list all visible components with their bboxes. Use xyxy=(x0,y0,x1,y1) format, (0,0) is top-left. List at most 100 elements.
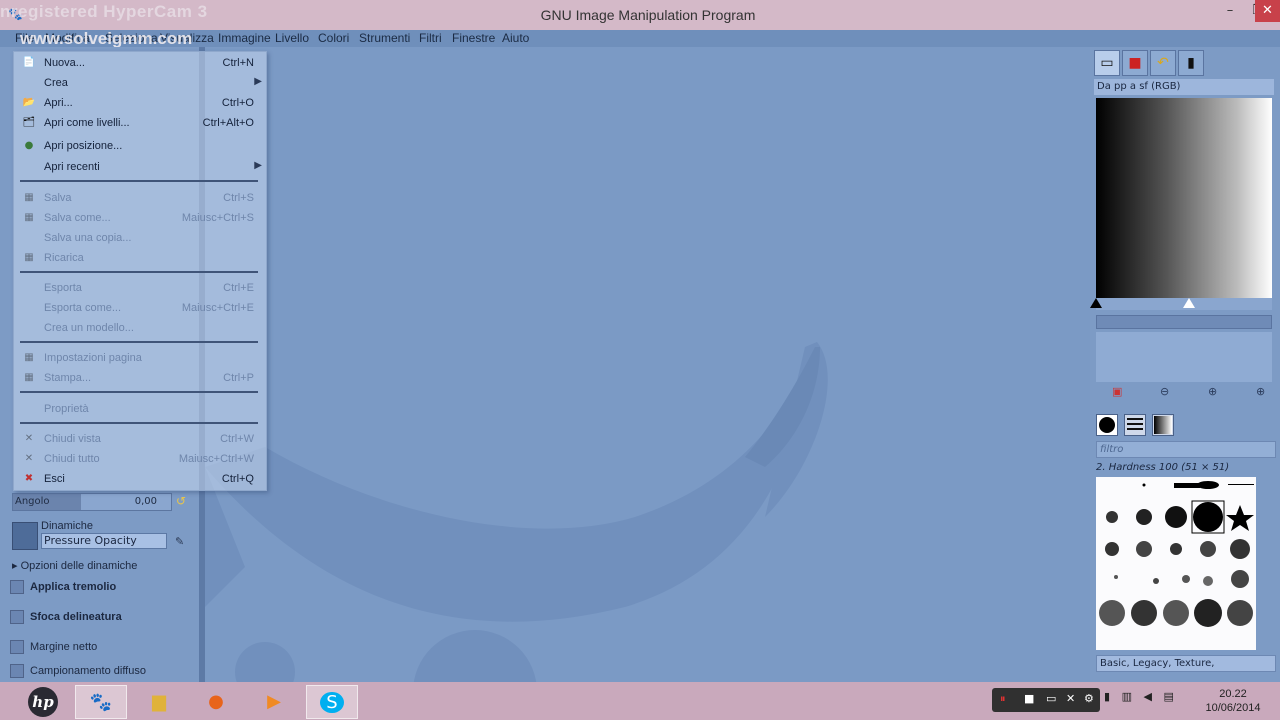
mute-icon[interactable]: ✕ xyxy=(1066,692,1075,705)
pause-record-icon[interactable]: ⏸ xyxy=(1000,692,1006,706)
screen-icon[interactable]: ▭ xyxy=(1046,692,1056,705)
menu-item-esci[interactable]: ✖ Esci Ctrl+Q xyxy=(14,470,266,488)
edit-icon[interactable]: ✎ xyxy=(175,535,184,548)
volume-icon[interactable]: ◀ xyxy=(1143,690,1151,703)
dock-tabs: ▭ ■ ↶ ▮ xyxy=(1094,50,1274,76)
zoom-out-icon[interactable]: ⊖ xyxy=(1160,385,1169,398)
close-button[interactable]: ✕ xyxy=(1255,0,1280,22)
gradient-scrollbar[interactable] xyxy=(1096,315,1272,329)
gradient-stops[interactable] xyxy=(1090,298,1272,310)
taskbar-firefox[interactable]: ● xyxy=(190,685,242,719)
taskbar-skype[interactable]: S xyxy=(306,685,358,719)
layers-icon: ▭ xyxy=(1100,55,1114,71)
gradient-name: Da pp a sf (RGB) xyxy=(1094,79,1274,95)
zoom-fit-icon[interactable]: ⊕ xyxy=(1256,385,1265,398)
clock-date: 10/06/2014 xyxy=(1205,702,1261,714)
menu-livello[interactable]: Livello xyxy=(275,31,309,45)
menu-item-apri-come-livelli[interactable]: 🗂 Apri come livelli... Ctrl+Alt+O xyxy=(14,114,266,132)
delete-icon[interactable]: ▣ xyxy=(1112,385,1122,398)
angle-slider[interactable]: Angolo 0,00 xyxy=(12,493,172,511)
menu-item-label: Salva una copia... xyxy=(44,232,132,244)
menu-item-stampa[interactable]: ▦ Stampa... Ctrl+P xyxy=(14,369,266,387)
tab-patterns[interactable] xyxy=(1124,414,1146,436)
menu-item-label: Ricarica xyxy=(44,252,84,264)
menu-item-chiudi-tutto[interactable]: ✕ Chiudi tutto Maiusc+Ctrl+W xyxy=(14,450,266,468)
taskbar-media[interactable]: ▶ xyxy=(248,685,300,719)
brush-grid[interactable] xyxy=(1096,477,1256,650)
minimize-button[interactable]: – xyxy=(1215,0,1245,22)
menu-immagine[interactable]: Immagine xyxy=(218,31,271,45)
keyboard-icon[interactable]: ▤ xyxy=(1163,690,1173,703)
hp-logo-icon[interactable]: hp xyxy=(28,687,58,717)
menu-item-salva-come[interactable]: ▦ Salva come... Maiusc+Ctrl+S xyxy=(14,209,266,227)
apply-jitter-checkbox[interactable] xyxy=(10,580,24,594)
tab-brushes[interactable] xyxy=(1096,414,1118,436)
menu-item-crea-modello[interactable]: Crea un modello... xyxy=(14,319,266,337)
taskbar-clock[interactable]: 20.22 10/06/2014 xyxy=(1195,687,1271,715)
title-bar: 🐾 nregistered HyperCam 3 GNU Image Manip… xyxy=(0,0,1280,30)
menu-item-impostazioni-pagina[interactable]: ▦ Impostazioni pagina xyxy=(14,349,266,367)
diffuse-sampling-checkbox[interactable] xyxy=(10,664,24,678)
taskbar-explorer[interactable]: ▆ xyxy=(133,685,185,719)
menu-item-label: Nuova... xyxy=(44,57,85,69)
battery-icon[interactable]: ▮ xyxy=(1104,690,1110,703)
menu-colori[interactable]: Colori xyxy=(318,31,349,45)
menu-item-chiudi-vista[interactable]: ✕ Chiudi vista Ctrl+W xyxy=(14,430,266,448)
menu-filtri[interactable]: Filtri xyxy=(419,31,442,45)
tab-gradients[interactable]: ▮ xyxy=(1178,50,1204,76)
tab-channels[interactable]: ■ xyxy=(1122,50,1148,76)
taskbar: hp 🐾 ▆ ● ▶ S ⏸ ■ ▭ ✕ ⚙ ▮ ▥ ◀ ▤ 20.22 10/… xyxy=(0,682,1280,720)
menu-separator xyxy=(20,422,258,424)
tab-layers[interactable]: ▭ xyxy=(1094,50,1120,76)
menu-aiuto[interactable]: Aiuto xyxy=(502,31,529,45)
hard-edge-checkbox[interactable] xyxy=(10,640,24,654)
gradient-stop-mid[interactable] xyxy=(1183,298,1195,308)
menu-item-label: Esporta xyxy=(44,282,82,294)
settings-icon[interactable]: ⚙ xyxy=(1084,692,1094,705)
image-canvas[interactable] xyxy=(205,47,1090,687)
menu-item-crea[interactable]: Crea ▶ xyxy=(14,74,266,92)
menu-item-esporta-come[interactable]: Esporta come... Maiusc+Ctrl+E xyxy=(14,299,266,317)
tab-gradients-brush[interactable] xyxy=(1152,414,1174,436)
gradient-preview[interactable] xyxy=(1096,98,1272,298)
taskbar-gimp[interactable]: 🐾 xyxy=(75,685,127,719)
file-menu-dropdown: 📄 Nuova... Ctrl+N Crea ▶ 📂 Apri... Ctrl+… xyxy=(13,51,267,491)
menu-item-apri-recenti[interactable]: Apri recenti ▶ xyxy=(14,158,266,176)
menu-strumenti[interactable]: Strumenti xyxy=(359,31,410,45)
menu-item-apri[interactable]: 📂 Apri... Ctrl+O xyxy=(14,94,266,112)
gradient-stop-left[interactable] xyxy=(1090,298,1102,308)
menu-separator xyxy=(20,180,258,182)
dynamics-field[interactable]: Pressure Opacity xyxy=(41,533,167,549)
menu-item-nuova[interactable]: 📄 Nuova... Ctrl+N xyxy=(14,54,266,72)
gradient-list[interactable] xyxy=(1096,332,1272,382)
menu-item-label: Chiudi vista xyxy=(44,433,101,445)
menu-item-apri-posizione[interactable]: ● Apri posizione... xyxy=(14,137,266,155)
stop-icon[interactable]: ■ xyxy=(1024,692,1034,705)
print-icon: ▦ xyxy=(24,372,34,383)
brush-thumbnails xyxy=(1099,481,1254,627)
brush-tags-field[interactable]: Basic, Legacy, Texture, xyxy=(1096,655,1276,672)
skype-icon: S xyxy=(320,692,344,713)
reset-icon[interactable]: ↺ xyxy=(176,494,186,508)
network-icon[interactable]: ▥ xyxy=(1122,690,1132,703)
tab-undo[interactable]: ↶ xyxy=(1150,50,1176,76)
brush-name: 2. Hardness 100 (51 × 51) xyxy=(1096,462,1230,473)
zoom-in-icon[interactable]: ⊕ xyxy=(1208,385,1217,398)
menu-item-label: Impostazioni pagina xyxy=(44,352,142,364)
gimp-icon: 🐾 xyxy=(89,692,113,713)
menu-item-label: Proprietà xyxy=(44,403,89,415)
menu-item-label: Salva come... xyxy=(44,212,111,224)
dynamics-options-expander[interactable]: ▸ Opzioni delle dinamiche xyxy=(12,559,137,572)
menu-item-esporta[interactable]: Esporta Ctrl+E xyxy=(14,279,266,297)
brush-filter-input[interactable]: filtro xyxy=(1096,441,1276,458)
menu-item-proprieta[interactable]: Proprietà xyxy=(14,400,266,418)
menu-item-label: Chiudi tutto xyxy=(44,453,100,465)
menu-item-salva-copia[interactable]: Salva una copia... xyxy=(14,229,266,247)
menu-item-ricarica[interactable]: ▦ Ricarica xyxy=(14,249,266,267)
fade-outline-checkbox[interactable] xyxy=(10,610,24,624)
menu-finestre[interactable]: Finestre xyxy=(452,31,495,45)
dynamics-icon[interactable] xyxy=(12,522,38,550)
media-player-icon: ▶ xyxy=(267,691,281,712)
menu-item-salva[interactable]: ▦ Salva Ctrl+S xyxy=(14,189,266,207)
menu-item-label: Apri recenti xyxy=(44,161,100,173)
